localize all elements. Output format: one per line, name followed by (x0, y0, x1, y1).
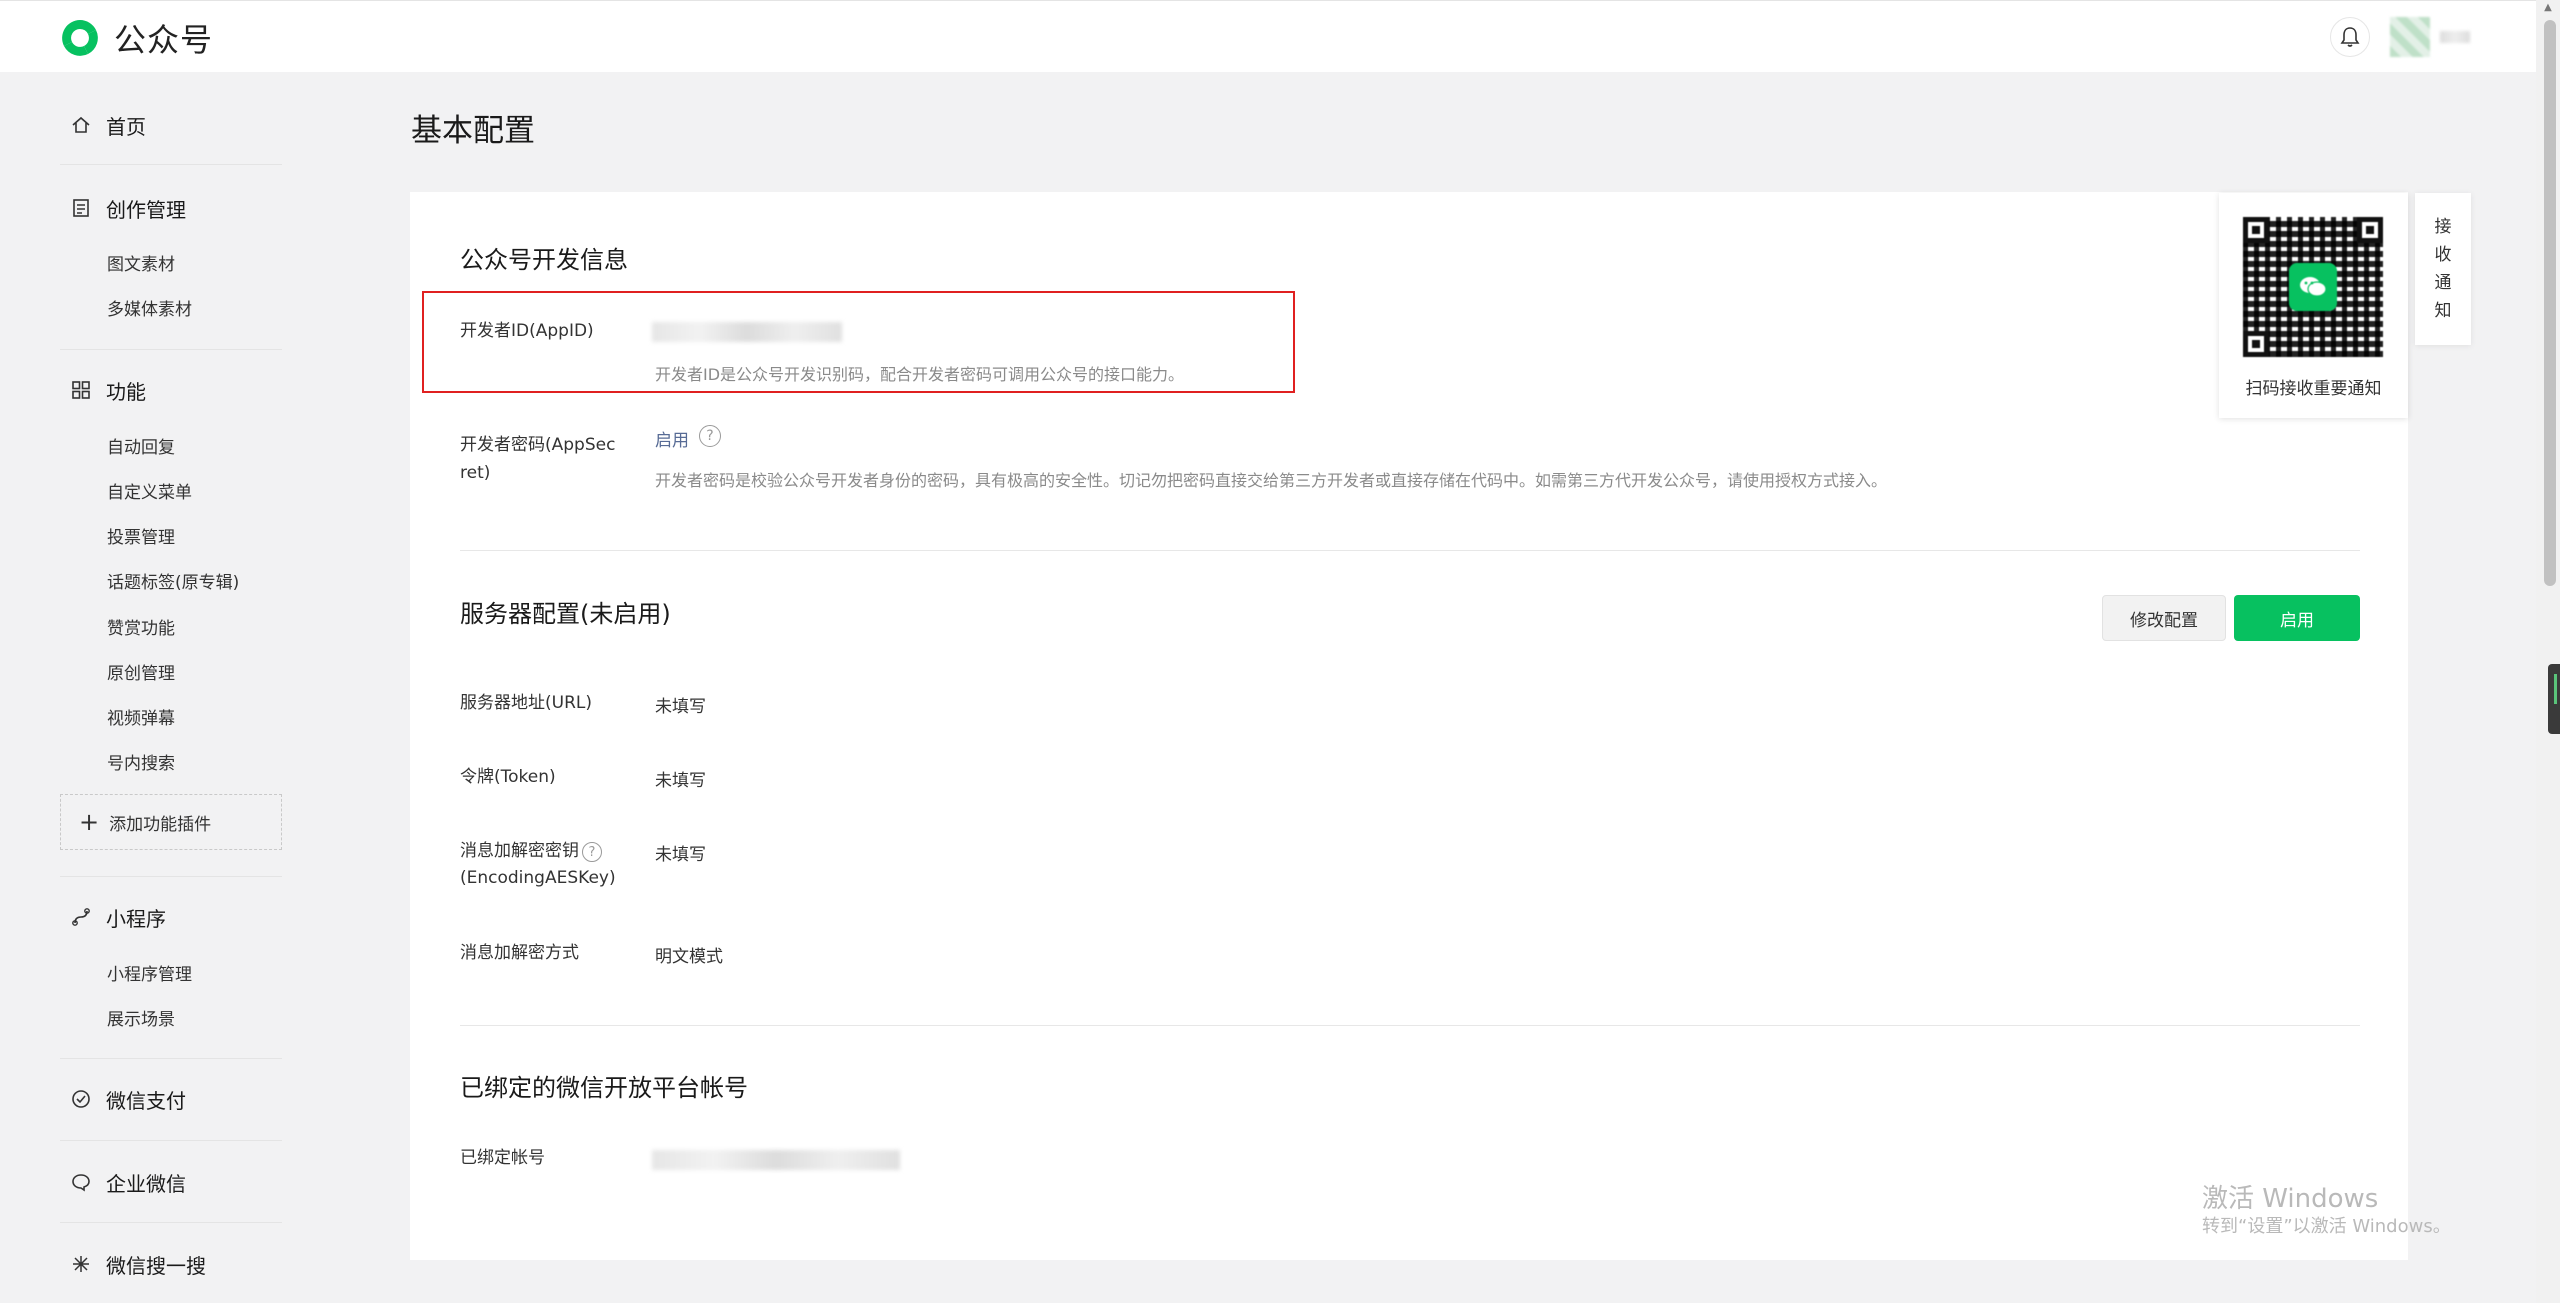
sidebar-item-display-scene[interactable]: 展示场景 (107, 1005, 175, 1030)
sidebar-item-home[interactable]: 首页 (70, 110, 146, 140)
windows-watermark-title: 激活 Windows (2202, 1184, 2379, 1214)
modify-config-button[interactable]: 修改配置 (2102, 595, 2226, 641)
avatar[interactable] (2390, 17, 2430, 57)
appsecret-label-line1: 开发者密码(AppSec (460, 435, 616, 455)
qr-caption: 扫码接收重要通知 (2245, 379, 2382, 399)
sidebar-item-creation[interactable]: 创作管理 (70, 193, 186, 223)
sidebar-item-custom-menu[interactable]: 自定义菜单 (107, 478, 192, 503)
receive-notice-tab[interactable]: 接 收 通 知 (2415, 193, 2471, 345)
sidebar-item-multimedia-material[interactable]: 多媒体素材 (107, 295, 192, 320)
logo[interactable]: 公众号 (58, 15, 213, 61)
encrypt-mode-value: 明文模式 (655, 947, 723, 967)
side-floating-widget[interactable] (2548, 664, 2560, 734)
sidebar-item-original[interactable]: 原创管理 (107, 659, 175, 684)
link-icon (70, 906, 92, 928)
sidebar-item-in-account-search[interactable]: 号内搜索 (107, 749, 175, 774)
sidebar-item-graphic-material[interactable]: 图文素材 (107, 250, 175, 275)
grid-icon (70, 379, 92, 401)
open-platform-title: 已绑定的微信开放平台帐号 (460, 1074, 748, 1102)
dev-info-title: 公众号开发信息 (460, 246, 628, 274)
work-wechat-icon (70, 1171, 92, 1193)
windows-watermark-subtitle: 转到“设置”以激活 Windows。 (2202, 1216, 2451, 1237)
divider (60, 876, 282, 877)
aes-key-label-line2: (EncodingAESKey) (460, 868, 616, 888)
enable-server-button[interactable]: 启用 (2234, 595, 2360, 641)
notice-tab-char: 收 (2434, 245, 2452, 265)
divider (60, 349, 282, 350)
sidebar-item-reward[interactable]: 赞赏功能 (107, 614, 175, 639)
notice-tab-char: 知 (2434, 301, 2452, 321)
sidebar-item-label: 创作管理 (106, 197, 186, 222)
server-url-label: 服务器地址(URL) (460, 693, 592, 713)
account-name-redacted[interactable] (2440, 31, 2470, 43)
token-value: 未填写 (655, 771, 706, 791)
notice-tab-char: 接 (2434, 217, 2452, 237)
sidebar-item-wechat-search[interactable]: 微信搜一搜 (70, 1249, 206, 1279)
sidebar-item-topic-tags[interactable]: 话题标签(原专辑) (107, 568, 239, 593)
notice-tab-char: 通 (2434, 273, 2452, 293)
appid-value-redacted (652, 322, 842, 342)
sidebar-item-vote[interactable]: 投票管理 (107, 523, 175, 548)
qr-code (2243, 217, 2383, 357)
wechat-logo-icon (2289, 263, 2337, 311)
encrypt-mode-label: 消息加解密方式 (460, 943, 579, 963)
appsecret-description: 开发者密码是校验公众号开发者身份的密码，具有极高的安全性。切记勿把密码直接交给第… (655, 471, 1888, 490)
token-label: 令牌(Token) (460, 767, 556, 787)
section-divider (460, 1025, 2360, 1026)
sidebar-item-label: 首页 (106, 114, 146, 139)
logo-icon (62, 20, 98, 56)
divider (60, 1222, 282, 1223)
appsecret-enable-link[interactable]: 启用 (655, 426, 689, 451)
server-config-title: 服务器配置(未启用) (460, 600, 671, 628)
sidebar-item-features[interactable]: 功能 (70, 375, 146, 405)
wechat-pay-icon (70, 1088, 92, 1110)
sidebar-item-miniprogram-manage[interactable]: 小程序管理 (107, 960, 192, 985)
appid-description: 开发者ID是公众号开发识别码，配合开发者密码可调用公众号的接口能力。 (655, 365, 1185, 384)
aes-key-value: 未填写 (655, 845, 706, 865)
qr-finder (2357, 217, 2383, 243)
sidebar-item-label: 功能 (106, 379, 146, 404)
appsecret-label-line2: ret) (460, 463, 491, 483)
scrollbar-thumb[interactable] (2544, 20, 2556, 586)
sidebar-item-label: 企业微信 (106, 1171, 186, 1196)
qr-notice-panel: 扫码接收重要通知 (2219, 193, 2408, 418)
home-icon (70, 114, 92, 136)
plus-icon: + (79, 808, 100, 836)
bound-account-value-redacted (652, 1150, 900, 1170)
bell-icon (2340, 27, 2360, 47)
appid-label: 开发者ID(AppID) (460, 321, 594, 341)
scroll-up-arrow-icon[interactable]: ▲ (2540, 2, 2556, 16)
divider (60, 164, 282, 165)
qr-finder (2243, 217, 2269, 243)
divider (60, 1140, 282, 1141)
sidebar-item-label: 微信支付 (106, 1088, 186, 1113)
sidebar-item-wechat-pay[interactable]: 微信支付 (70, 1084, 186, 1114)
sidebar-item-work-wechat[interactable]: 企业微信 (70, 1167, 186, 1197)
notification-bell-button[interactable] (2330, 17, 2370, 57)
top-bar: 公众号 (0, 0, 2536, 72)
page-title: 基本配置 (411, 113, 535, 149)
bound-account-label: 已绑定帐号 (460, 1148, 545, 1168)
section-divider (460, 550, 2360, 551)
sidebar-item-label: 微信搜一搜 (106, 1253, 206, 1278)
help-icon[interactable]: ? (582, 842, 602, 862)
sidebar-item-auto-reply[interactable]: 自动回复 (107, 433, 175, 458)
help-icon[interactable]: ? (699, 425, 721, 447)
sidebar-item-label: 小程序 (106, 906, 166, 931)
search-spark-icon (70, 1253, 92, 1275)
sidebar-item-video-danmaku[interactable]: 视频弹幕 (107, 704, 175, 729)
app-title: 公众号 (114, 21, 214, 59)
add-plugin-button[interactable]: + 添加功能插件 (60, 794, 282, 850)
sidebar-item-miniprogram[interactable]: 小程序 (70, 902, 166, 932)
qr-finder (2243, 331, 2269, 357)
document-icon (70, 197, 92, 219)
divider (60, 1058, 282, 1059)
aes-key-label-line1: 消息加解密密钥 (460, 841, 579, 861)
add-plugin-label: 添加功能插件 (109, 814, 212, 835)
server-url-value: 未填写 (655, 697, 706, 717)
